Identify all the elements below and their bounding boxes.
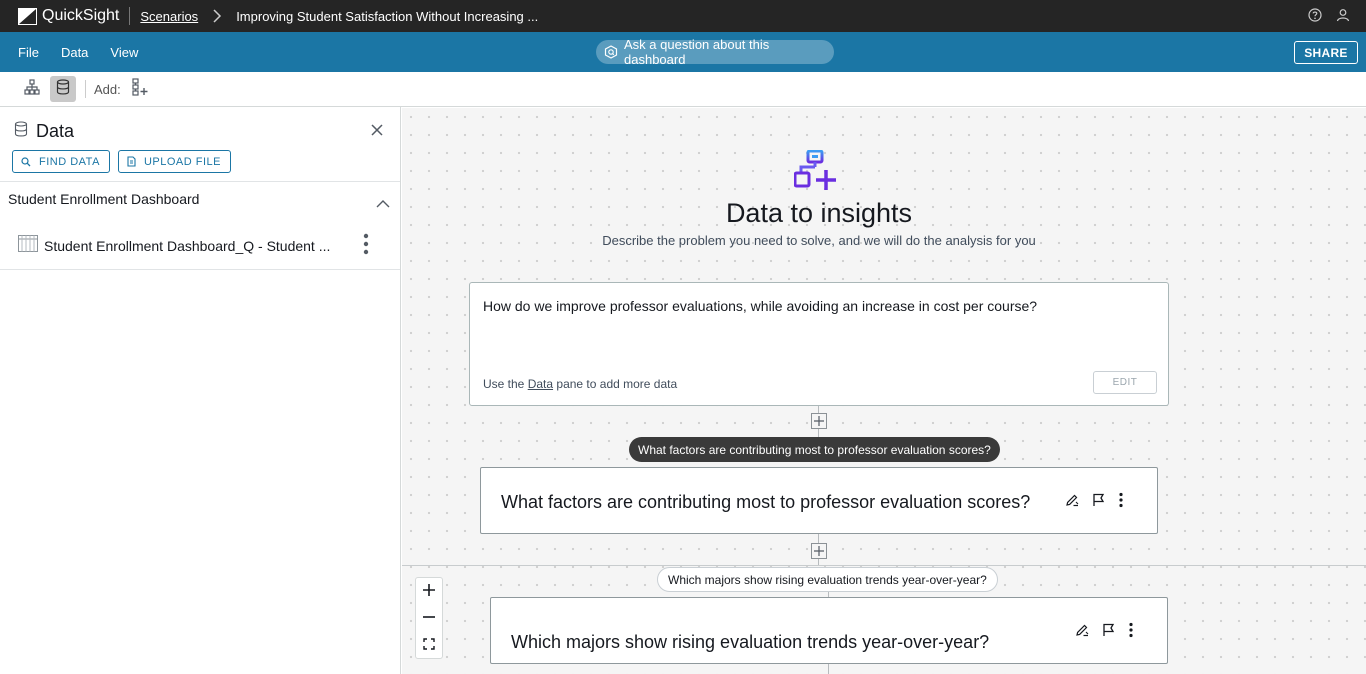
prompt-footer-text: Use the [483, 377, 528, 391]
chevron-right-icon [210, 9, 224, 23]
zoom-out-button[interactable] [416, 605, 442, 632]
chevron-up-icon[interactable] [376, 195, 390, 213]
menu-data[interactable]: Data [61, 45, 88, 60]
flag-icon[interactable] [1102, 623, 1115, 642]
upload-file-label: UPLOAD FILE [143, 155, 221, 168]
breadcrumb-scenarios-link[interactable]: Scenarios [140, 9, 198, 24]
hero-title: Data to insights [725, 198, 913, 228]
more-options-icon[interactable] [1128, 622, 1134, 643]
data-panel-title: Data [36, 121, 75, 141]
edit-pencil-icon[interactable] [1065, 493, 1079, 512]
question-title: Which majors show rising evaluation tren… [511, 632, 990, 652]
data-to-insights-icon [793, 149, 838, 199]
edit-button[interactable]: EDIT [1093, 371, 1157, 394]
hero-subtitle: Describe the problem you need to solve, … [602, 233, 1036, 248]
dashboard-section-title[interactable]: Student Enrollment Dashboard [8, 191, 199, 207]
data-panel-toggle-button[interactable] [50, 76, 76, 102]
question-card[interactable]: Which majors show rising evaluation tren… [490, 597, 1168, 664]
divider [0, 269, 400, 270]
fullscreen-icon [423, 637, 435, 655]
hierarchy-icon [24, 78, 40, 100]
zoom-in-button[interactable] [416, 578, 442, 605]
divider [85, 80, 86, 98]
prompt-footer-text: pane to add more data [553, 377, 678, 391]
more-options-icon[interactable] [1118, 492, 1124, 513]
divider [0, 181, 400, 182]
question-title: What factors are contributing most to pr… [501, 492, 1031, 512]
user-profile-icon[interactable] [1336, 8, 1350, 22]
toolbar: Add: [0, 72, 1366, 107]
table-icon [18, 235, 38, 257]
dataset-name: Student Enrollment Dashboard_Q - Student… [44, 238, 331, 254]
find-data-button[interactable]: FIND DATA [12, 150, 110, 173]
add-node-button[interactable] [811, 413, 827, 429]
question-card[interactable]: What factors are contributing most to pr… [480, 467, 1158, 534]
upload-file-button[interactable]: UPLOAD FILE [117, 150, 231, 173]
quicksight-logo-icon [18, 7, 37, 25]
dataset-item[interactable]: Student Enrollment Dashboard_Q - Student… [18, 235, 330, 257]
flag-icon[interactable] [1092, 493, 1105, 512]
zoom-controls [415, 577, 443, 659]
scenario-tree-button[interactable] [19, 76, 45, 102]
minus-icon [423, 610, 435, 628]
add-section-button[interactable] [127, 76, 153, 102]
database-icon [14, 121, 28, 142]
connector-line [828, 664, 829, 674]
menu-bar: File Data View Ask a question about this… [0, 32, 1366, 72]
add-label: Add: [94, 81, 121, 97]
logo-text: QuickSight [42, 7, 120, 24]
scenario-canvas[interactable]: Data to insights Describe the problem yo… [402, 108, 1366, 674]
problem-statement-text: How do we improve professor evaluations,… [483, 298, 1038, 314]
plus-icon [423, 583, 435, 601]
data-pane-link[interactable]: Data [528, 377, 553, 391]
share-button[interactable]: SHARE [1294, 41, 1358, 64]
menu-view[interactable]: View [110, 45, 138, 60]
prompt-footer: Use the Data pane to add more data [483, 377, 677, 391]
add-node-icon [131, 77, 149, 101]
find-data-label: FIND DATA [39, 155, 100, 168]
database-icon [56, 78, 70, 100]
more-options-icon[interactable] [362, 233, 370, 260]
divider [129, 7, 131, 25]
add-node-button[interactable] [811, 543, 827, 559]
canvas-divider [402, 565, 1366, 566]
breadcrumb-current-title: Improving Student Satisfaction Without I… [236, 8, 539, 24]
fit-to-screen-button[interactable] [416, 632, 442, 659]
menu-file[interactable]: File [18, 45, 39, 60]
file-icon [127, 156, 136, 167]
quicksight-logo[interactable]: QuickSight [18, 7, 119, 25]
help-icon[interactable] [1308, 8, 1322, 22]
question-tooltip: What factors are contributing most to pr… [629, 437, 1000, 462]
edit-pencil-icon[interactable] [1075, 623, 1089, 642]
ask-question-button[interactable]: Ask a question about this dashboard [596, 37, 834, 67]
problem-statement-card[interactable]: How do we improve professor evaluations,… [469, 282, 1169, 406]
close-icon[interactable] [370, 123, 384, 142]
top-bar: QuickSight Scenarios Improving Student S… [0, 0, 1366, 32]
question-tooltip: Which majors show rising evaluation tren… [657, 567, 998, 592]
ask-question-label: Ask a question about this dashboard [624, 37, 770, 67]
q-hexagon-icon [604, 45, 618, 59]
data-panel: Data FIND DATA UPLOAD FILE Student Enrol… [0, 107, 401, 674]
search-icon [21, 156, 31, 167]
